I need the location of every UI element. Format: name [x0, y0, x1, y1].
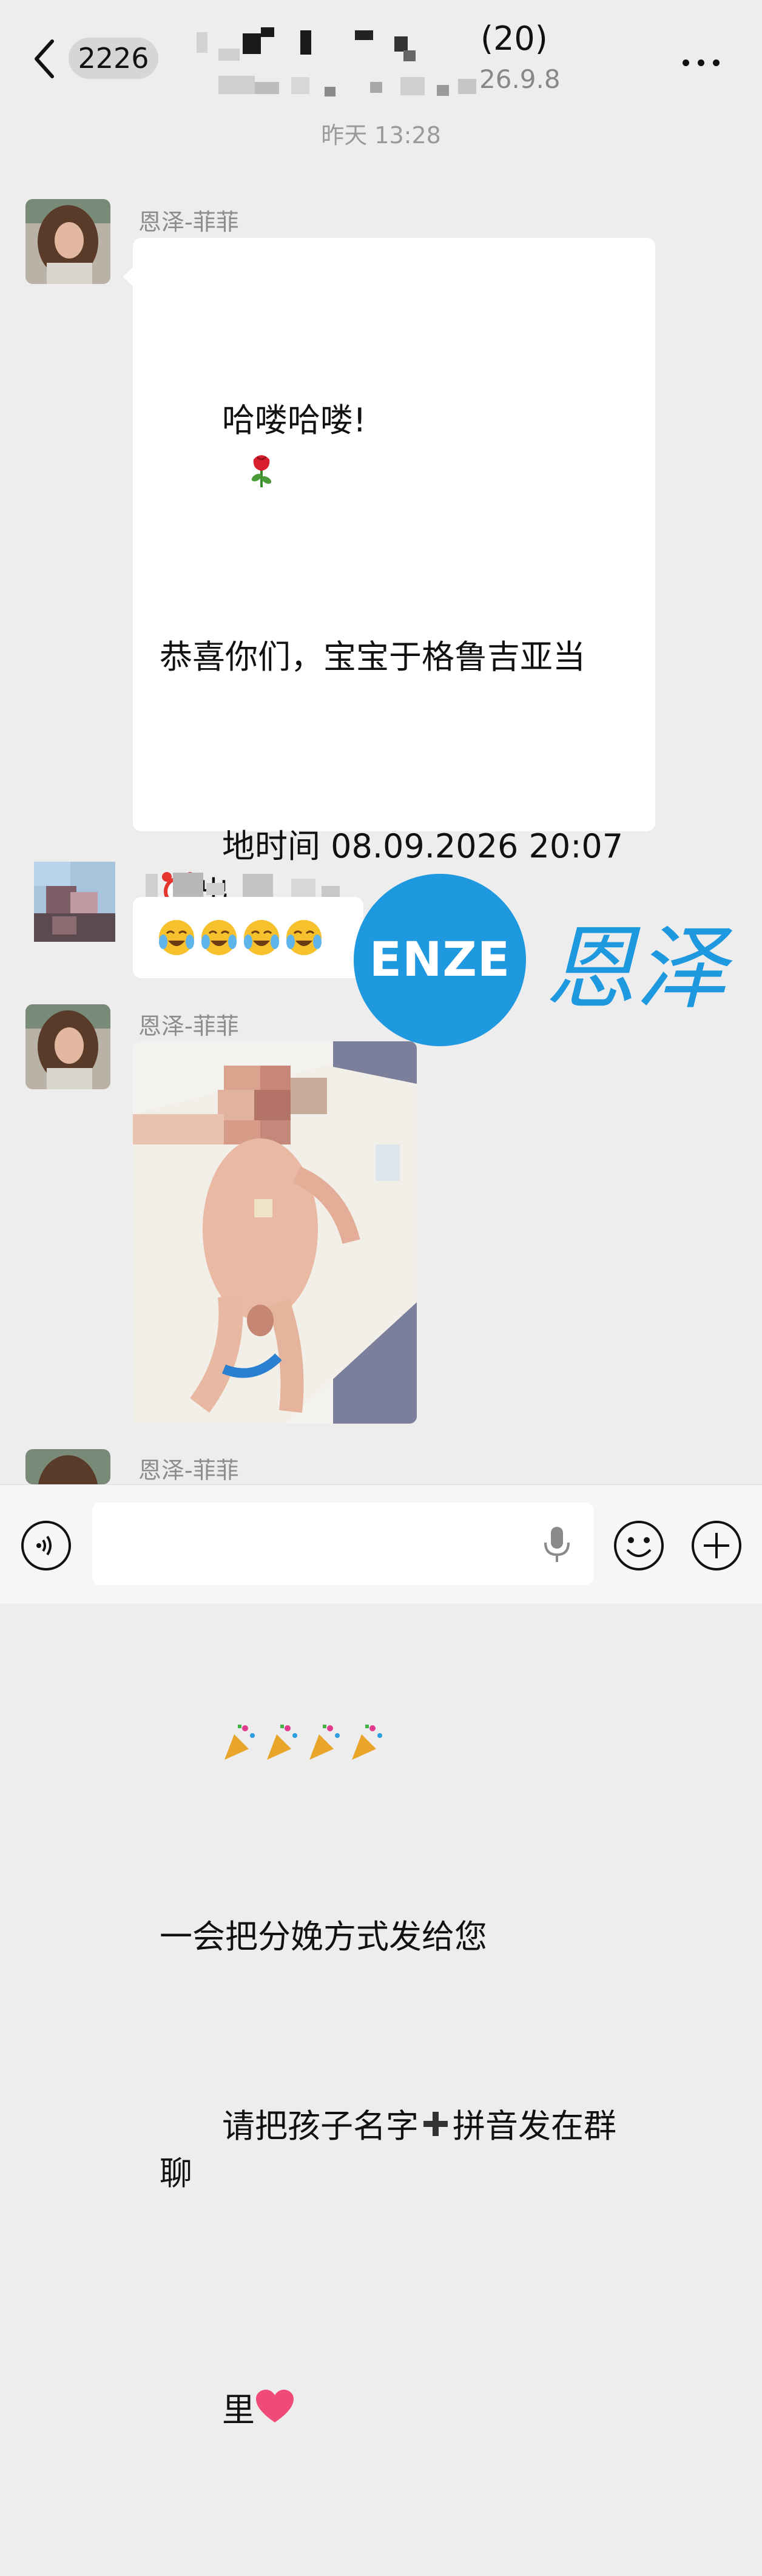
- plus-emoji-icon: [423, 2112, 448, 2136]
- message-bubble[interactable]: 哈喽哈喽! 恭喜你们，宝宝于格鲁吉亚当 地时间 08.09.2026 20:07…: [133, 238, 655, 2429]
- sender-name: 恩泽-菲菲: [138, 209, 239, 235]
- group-subtitle: 26.9.8: [479, 64, 561, 94]
- baby-photo[interactable]: [133, 1041, 417, 1424]
- heart-icon: [256, 2390, 294, 2422]
- message-line: 里: [160, 2339, 645, 2481]
- avatar[interactable]: [25, 1449, 110, 1484]
- party-popper-icons: [224, 1725, 382, 1760]
- avatar[interactable]: [25, 199, 110, 284]
- sender-name: 恩泽-菲菲: [138, 1013, 239, 1040]
- voice-icon[interactable]: [20, 1520, 72, 1572]
- chat-timestamp: 昨天 13:28: [321, 122, 441, 149]
- message-line: 恭喜你们，宝宝于格鲁吉亚当: [160, 638, 585, 676]
- message-line: 请把孩子名字 拼音发在群聊: [160, 2107, 616, 2192]
- microphone-icon[interactable]: [542, 1524, 572, 1564]
- unread-count-badge[interactable]: 2226: [69, 38, 158, 79]
- bubble-tail: [123, 267, 133, 286]
- group-member-count: (20): [480, 19, 548, 58]
- more-dots-icon[interactable]: [683, 59, 720, 67]
- avatar[interactable]: [34, 862, 115, 942]
- enze-logo-chinese: 恩泽: [545, 916, 727, 1022]
- rose-icon: [251, 455, 272, 488]
- avatar[interactable]: [25, 1004, 110, 1089]
- plus-circle-icon[interactable]: [690, 1520, 743, 1572]
- chevron-left-icon[interactable]: [32, 38, 57, 80]
- blurred-group-subtitle: [218, 76, 476, 96]
- message-line: 哈喽哈喽!: [160, 350, 645, 539]
- blurred-group-name: [197, 27, 416, 61]
- emoji-icon[interactable]: [613, 1520, 665, 1572]
- crying-laughing-emoji-icons: [159, 920, 322, 955]
- party-popper-row: [160, 1675, 645, 1819]
- enze-logo: ENZE: [354, 874, 526, 1046]
- message-input[interactable]: [92, 1503, 593, 1585]
- sender-name: 恩泽-菲菲: [138, 1457, 239, 1484]
- message-bubble[interactable]: [133, 897, 363, 978]
- message-line: 一会把分娩方式发给您: [160, 1918, 487, 1956]
